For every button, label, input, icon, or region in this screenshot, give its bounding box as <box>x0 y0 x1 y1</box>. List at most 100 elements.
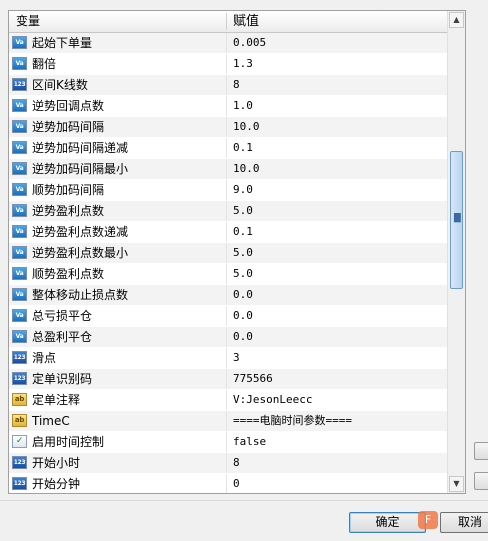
parameter-row[interactable]: Va 总亏损平仓 0.0 <box>9 306 447 327</box>
scroll-down-button[interactable]: ▼ <box>449 476 464 492</box>
parameter-row[interactable]: Va 总盈利平仓 0.0 <box>9 327 447 348</box>
parameter-name: 起始下单量 <box>32 36 93 50</box>
double-type-icon: Va <box>12 141 27 154</box>
parameter-row[interactable]: Va 顺势加码间隔 9.0 <box>9 180 447 201</box>
double-type-icon: Va <box>12 120 27 133</box>
parameter-value[interactable]: 1.3 <box>233 54 253 74</box>
side-button-save[interactable] <box>474 472 488 490</box>
parameter-value[interactable]: false <box>233 432 266 452</box>
double-type-icon: Va <box>12 330 27 343</box>
parameter-row[interactable]: Va 逆势加码间隔递减 0.1 <box>9 138 447 159</box>
double-type-icon: Va <box>12 309 27 322</box>
parameter-value[interactable]: 0.005 <box>233 33 266 53</box>
parameter-value[interactable]: 3 <box>233 348 240 368</box>
parameter-name: 顺势盈利点数 <box>32 267 105 281</box>
parameter-value[interactable]: 10.0 <box>233 117 260 137</box>
parameter-row[interactable]: Va 顺势盈利点数 5.0 <box>9 264 447 285</box>
parameter-value[interactable]: 0.1 <box>233 222 253 242</box>
string-type-icon: ab <box>12 414 27 427</box>
column-header-variable[interactable]: 变量 <box>16 11 40 31</box>
column-divider <box>226 96 227 116</box>
int-type-icon: 123 <box>12 477 27 490</box>
parameter-row[interactable]: Va 逆势加码间隔最小 10.0 <box>9 159 447 180</box>
parameter-value[interactable]: ====电脑时间参数==== <box>233 411 352 431</box>
parameter-row[interactable]: Va 逆势盈利点数递减 0.1 <box>9 222 447 243</box>
parameter-name: 逆势加码间隔 <box>32 120 105 134</box>
parameter-row[interactable]: Va 起始下单量 0.005 <box>9 33 447 54</box>
double-type-icon: Va <box>12 225 27 238</box>
double-type-icon: Va <box>12 288 27 301</box>
parameter-value[interactable]: 8 <box>233 453 240 473</box>
column-header-value[interactable]: 赋值 <box>233 11 259 32</box>
parameter-row[interactable]: 123 开始小时 8 <box>9 453 447 474</box>
parameter-value[interactable]: 5.0 <box>233 243 253 263</box>
parameter-name: 滑点 <box>32 351 57 365</box>
double-type-icon: Va <box>12 99 27 112</box>
int-type-icon: 123 <box>12 78 27 91</box>
parameter-name: 定单注释 <box>32 393 81 407</box>
parameter-row[interactable]: Va 逆势回调点数 1.0 <box>9 96 447 117</box>
ok-button[interactable]: 确定 <box>349 512 426 533</box>
parameter-name: 开始分钟 <box>32 477 81 491</box>
int-type-icon: 123 <box>12 372 27 385</box>
vertical-scrollbar[interactable]: ▲ ▬ ▬ ▬ ▼ <box>447 11 465 493</box>
column-separator[interactable] <box>226 13 227 30</box>
double-type-icon: Va <box>12 204 27 217</box>
double-type-icon: Va <box>12 183 27 196</box>
parameter-name: 区间K线数 <box>32 78 88 92</box>
column-divider <box>226 75 227 95</box>
parameter-row[interactable]: Va 逆势盈利点数 5.0 <box>9 201 447 222</box>
double-type-icon: Va <box>12 162 27 175</box>
parameter-name: 整体移动止损点数 <box>32 288 129 302</box>
int-type-icon: 123 <box>12 351 27 364</box>
parameter-row[interactable]: 123 区间K线数 8 <box>9 75 447 96</box>
parameter-name: 定单识别码 <box>32 372 93 386</box>
parameter-row[interactable]: 123 定单识别码 775566 <box>9 369 447 390</box>
parameter-value[interactable]: 0.0 <box>233 285 253 305</box>
scroll-up-button[interactable]: ▲ <box>449 12 464 28</box>
parameter-value[interactable]: 775566 <box>233 369 273 389</box>
scrollbar-thumb[interactable]: ▬ ▬ ▬ <box>450 151 463 289</box>
double-type-icon: Va <box>12 36 27 49</box>
parameters-grid[interactable]: 变量 赋值 Va 起始下单量 0.005 Va 翻倍 1.3 123 区间K线数 8 Va 逆势回调… <box>8 10 466 494</box>
parameter-name: 逆势盈利点数最小 <box>32 246 129 260</box>
parameter-value[interactable]: 8 <box>233 75 240 95</box>
parameter-row[interactable]: Va 逆势加码间隔 10.0 <box>9 117 447 138</box>
parameter-value[interactable]: 0.0 <box>233 306 253 326</box>
parameter-name: 逆势回调点数 <box>32 99 105 113</box>
parameter-name: TimeC <box>32 414 70 428</box>
parameter-row[interactable]: Va 整体移动止损点数 0.0 <box>9 285 447 306</box>
parameter-row[interactable]: ab TimeC ====电脑时间参数==== <box>9 411 447 432</box>
parameter-value[interactable]: 0.0 <box>233 327 253 347</box>
string-type-icon: ab <box>12 393 27 406</box>
column-divider <box>226 243 227 263</box>
parameter-value[interactable]: 1.0 <box>233 96 253 116</box>
parameter-value[interactable]: 0.1 <box>233 138 253 158</box>
parameter-row[interactable]: ✓ 启用时间控制 false <box>9 432 447 453</box>
side-button-load[interactable] <box>474 442 488 460</box>
column-divider <box>226 159 227 179</box>
column-divider <box>226 180 227 200</box>
column-divider <box>226 369 227 389</box>
double-type-icon: Va <box>12 267 27 280</box>
parameter-row[interactable]: Va 翻倍 1.3 <box>9 54 447 75</box>
parameter-value[interactable]: 5.0 <box>233 264 253 284</box>
bool-type-icon: ✓ <box>12 435 27 448</box>
parameter-value[interactable]: 10.0 <box>233 159 260 179</box>
grid-header: 变量 赋值 <box>9 11 447 33</box>
cancel-button[interactable]: 取消 <box>440 512 488 533</box>
parameter-row[interactable]: 123 滑点 3 <box>9 348 447 369</box>
double-type-icon: Va <box>12 57 27 70</box>
parameter-row[interactable]: Va 逆势盈利点数最小 5.0 <box>9 243 447 264</box>
parameter-value[interactable]: 0 <box>233 474 240 493</box>
parameter-value[interactable]: 5.0 <box>233 201 253 221</box>
parameter-value[interactable]: 9.0 <box>233 180 253 200</box>
column-divider <box>226 285 227 305</box>
column-divider <box>226 348 227 368</box>
parameter-row[interactable]: ab 定单注释 V:JesonLeecc <box>9 390 447 411</box>
parameter-row[interactable]: 123 开始分钟 0 <box>9 474 447 493</box>
column-divider <box>226 453 227 473</box>
dialog-button-bar: 确定 取消 <box>0 500 488 541</box>
parameter-value[interactable]: V:JesonLeecc <box>233 390 312 410</box>
column-divider <box>226 117 227 137</box>
